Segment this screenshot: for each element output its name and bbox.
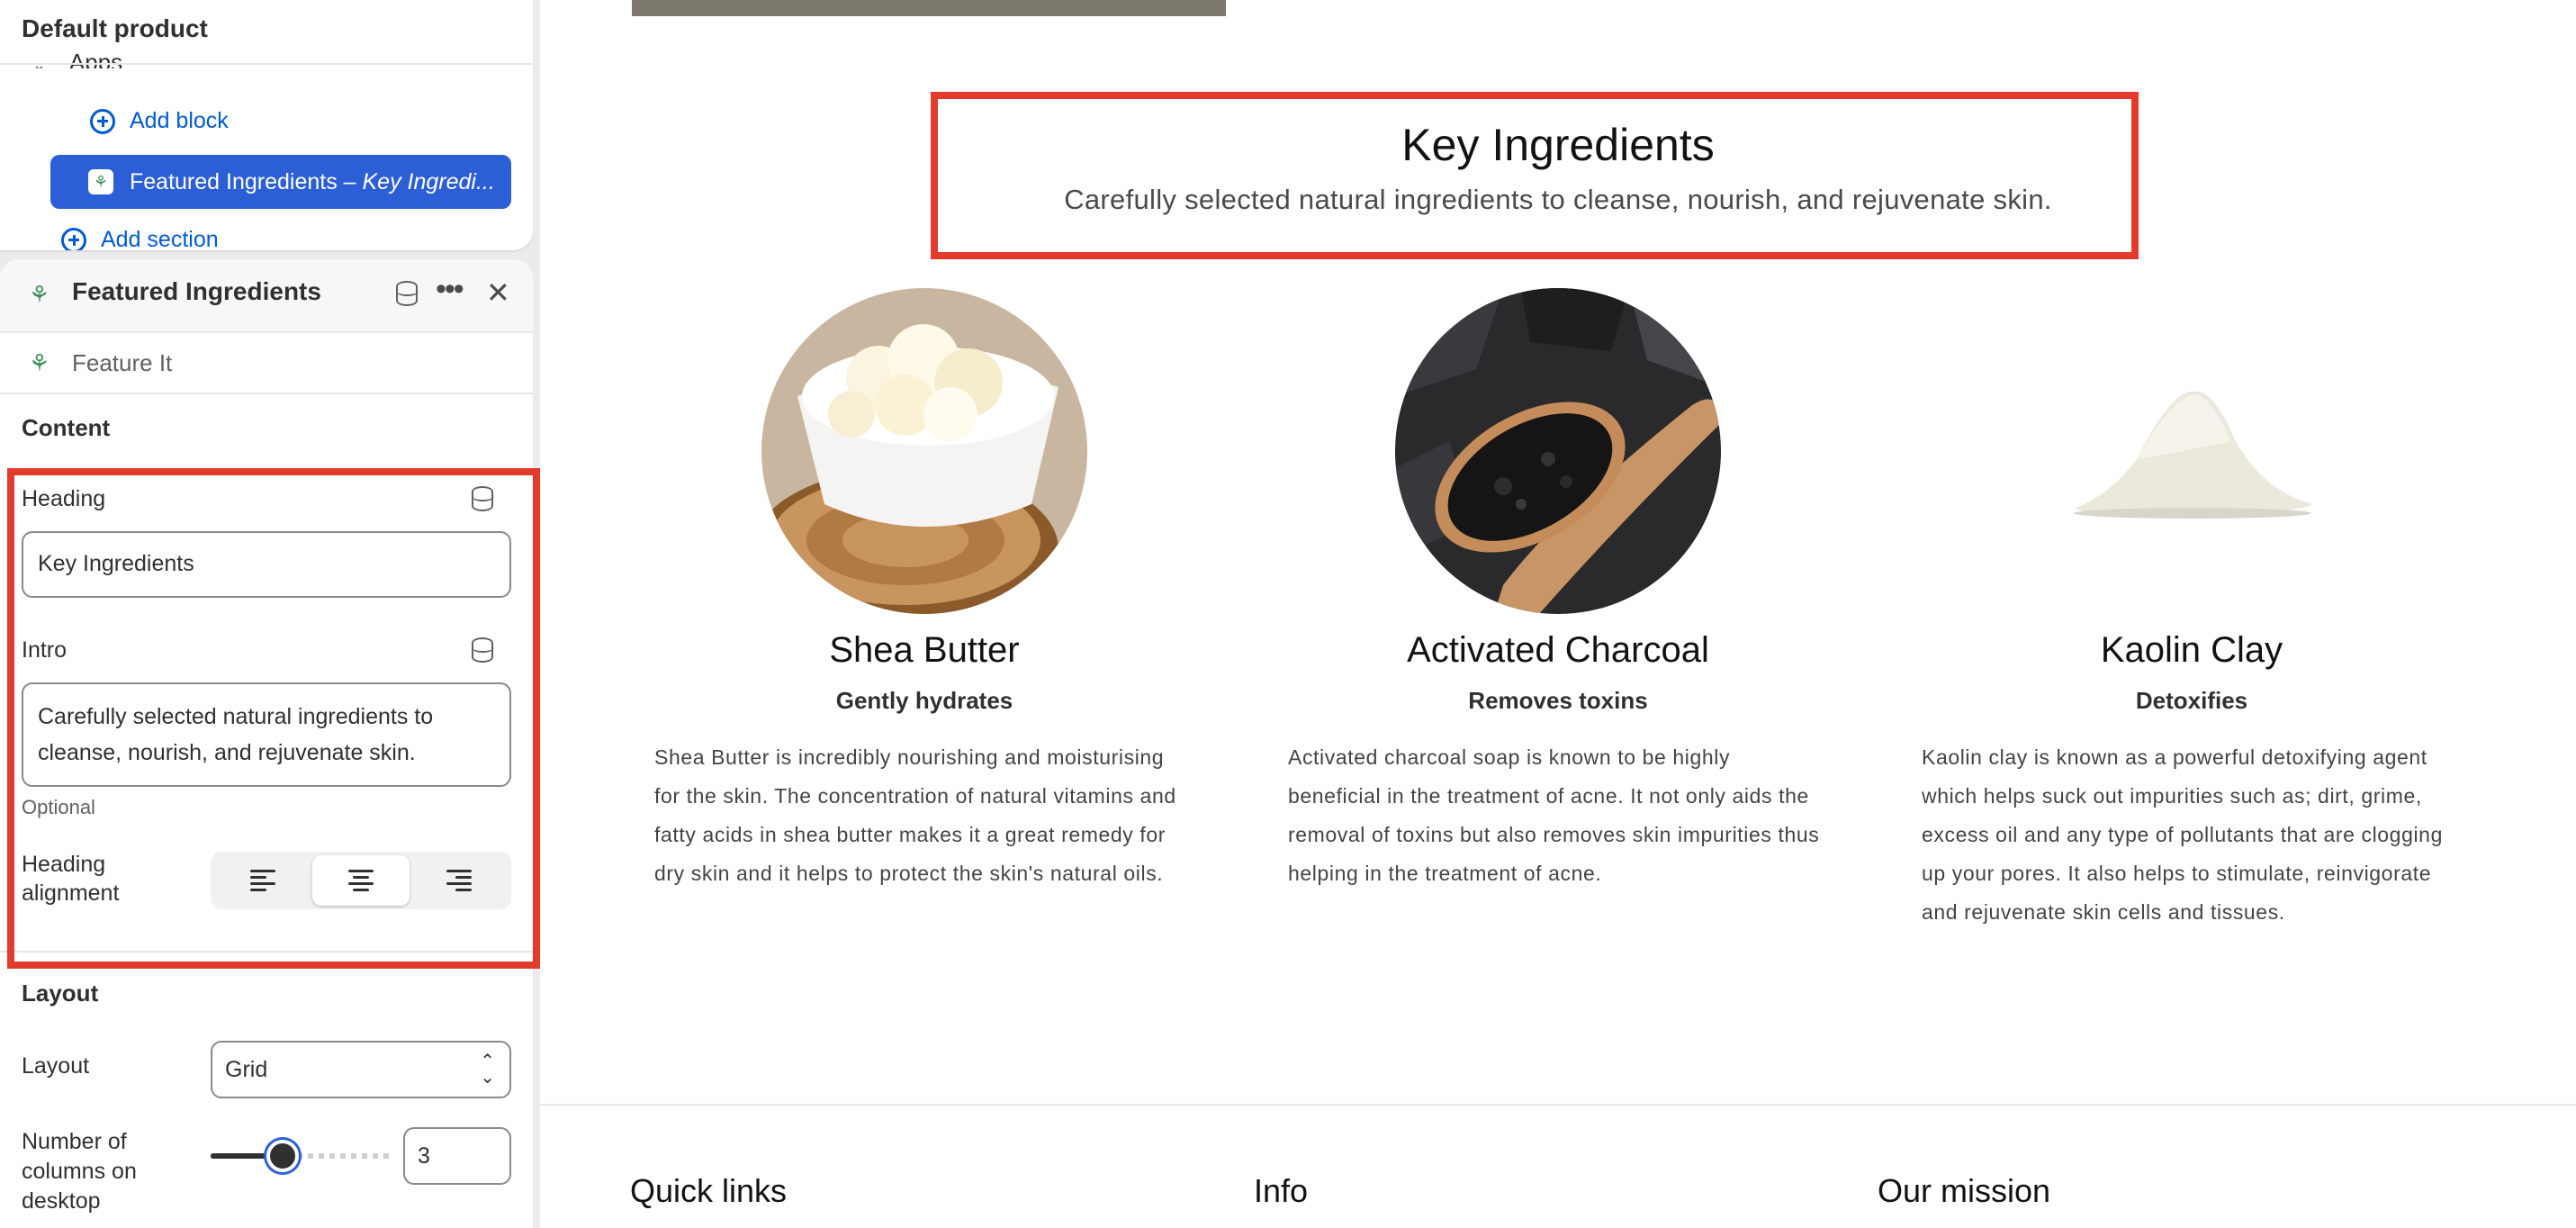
editor-sidebar: Default product ⌄ Apps Add block ⚘ Featu… xyxy=(0,0,540,1228)
plus-circle-icon xyxy=(61,227,86,250)
apps-label: Apps xyxy=(68,49,123,68)
columns-label-line1: Number of xyxy=(22,1129,127,1154)
highlight-box-heading xyxy=(931,92,2139,259)
selected-block-sep: – xyxy=(337,168,363,194)
footer-divider xyxy=(540,1104,2576,1106)
close-icon[interactable]: ✕ xyxy=(486,275,510,310)
ingredient-name: Activated Charcoal xyxy=(1407,630,1709,670)
selected-block-featured-ingredients[interactable]: ⚘ Featured Ingredients – Key Ingredi... xyxy=(50,155,511,209)
ingredient-card: Kaolin Clay Detoxifies Kaolin clay is kn… xyxy=(1895,288,2489,932)
storefront-preview: Key Ingredients Carefully selected natur… xyxy=(540,0,2576,1228)
ingredient-subtitle: Removes toxins xyxy=(1468,687,1648,714)
layout-select-value: Grid xyxy=(225,1057,268,1082)
kaolin-clay-image xyxy=(2029,288,2355,614)
content-section-title: Content xyxy=(22,414,111,441)
ingredient-name: Shea Butter xyxy=(829,630,1020,670)
layout-select[interactable]: Grid ⌃ ⌄ xyxy=(211,1041,511,1098)
plus-circle-icon xyxy=(90,108,115,134)
add-section-label: Add section xyxy=(101,227,219,250)
columns-field-label: Number of columns on desktop xyxy=(22,1127,137,1216)
columns-slider-thumb[interactable] xyxy=(266,1140,299,1172)
section-tree-panel: Default product ⌄ Apps Add block ⚘ Featu… xyxy=(0,0,533,250)
product-image-strip xyxy=(632,0,1226,16)
highlight-box-settings xyxy=(7,468,540,969)
tree-divider xyxy=(0,63,533,65)
app-leaf-icon: ⚘ xyxy=(29,349,50,376)
selected-block-heading: Key Ingredi... xyxy=(362,168,495,194)
footer-info-heading: Info xyxy=(1254,1172,1309,1209)
template-title: Default product xyxy=(22,14,208,42)
columns-number-input[interactable]: 3 xyxy=(403,1127,511,1185)
add-block-label: Add block xyxy=(130,108,229,133)
more-options-icon[interactable]: ••• xyxy=(436,272,464,307)
ingredient-description: Kaolin clay is known as a powerful detox… xyxy=(1922,745,2443,924)
settings-title: Featured Ingredients xyxy=(72,277,321,305)
shea-butter-image xyxy=(761,288,1087,614)
app-name: Feature It xyxy=(72,349,173,376)
add-section-button[interactable]: Add section xyxy=(61,227,219,250)
ingredient-name: Kaolin Clay xyxy=(2100,630,2283,670)
footer-mission-heading: Our mission xyxy=(1878,1172,2051,1209)
ingredient-subtitle: Gently hydrates xyxy=(835,687,1013,714)
columns-label-line3: desktop xyxy=(22,1188,101,1214)
chevron-down-icon: ⌄ xyxy=(32,56,47,68)
add-block-button[interactable]: Add block xyxy=(90,108,229,134)
footer-quick-links-heading: Quick links xyxy=(630,1172,788,1209)
activated-charcoal-image xyxy=(1395,288,1721,614)
ingredient-card: Activated Charcoal Removes toxins Activa… xyxy=(1261,288,1855,893)
selected-block-label: Featured Ingredients – Key Ingredi... xyxy=(130,169,495,195)
dynamic-source-icon[interactable] xyxy=(395,281,419,306)
ingredient-card: Shea Butter Gently hydrates Shea Butter … xyxy=(627,288,1221,893)
settings-header: ⚘ Featured Ingredients ••• ✕ xyxy=(0,259,533,333)
app-leaf-icon: ⚘ xyxy=(29,281,50,308)
layout-section-title: Layout xyxy=(22,980,99,1007)
app-source-row: ⚘ Feature It xyxy=(0,333,533,394)
app-leaf-icon: ⚘ xyxy=(88,169,113,194)
apps-group[interactable]: ⌄ Apps xyxy=(32,49,122,68)
ingredient-description: Activated charcoal soap is known to be h… xyxy=(1288,745,1820,885)
layout-field-label: Layout xyxy=(22,1053,90,1079)
chevron-up-down-icon: ⌃ ⌄ xyxy=(480,1052,495,1088)
selected-block-name: Featured Ingredients xyxy=(130,168,338,194)
columns-label-line2: columns on xyxy=(22,1159,137,1184)
ingredient-description: Shea Butter is incredibly nourishing and… xyxy=(654,745,1176,885)
ingredient-subtitle: Detoxifies xyxy=(2135,687,2248,714)
